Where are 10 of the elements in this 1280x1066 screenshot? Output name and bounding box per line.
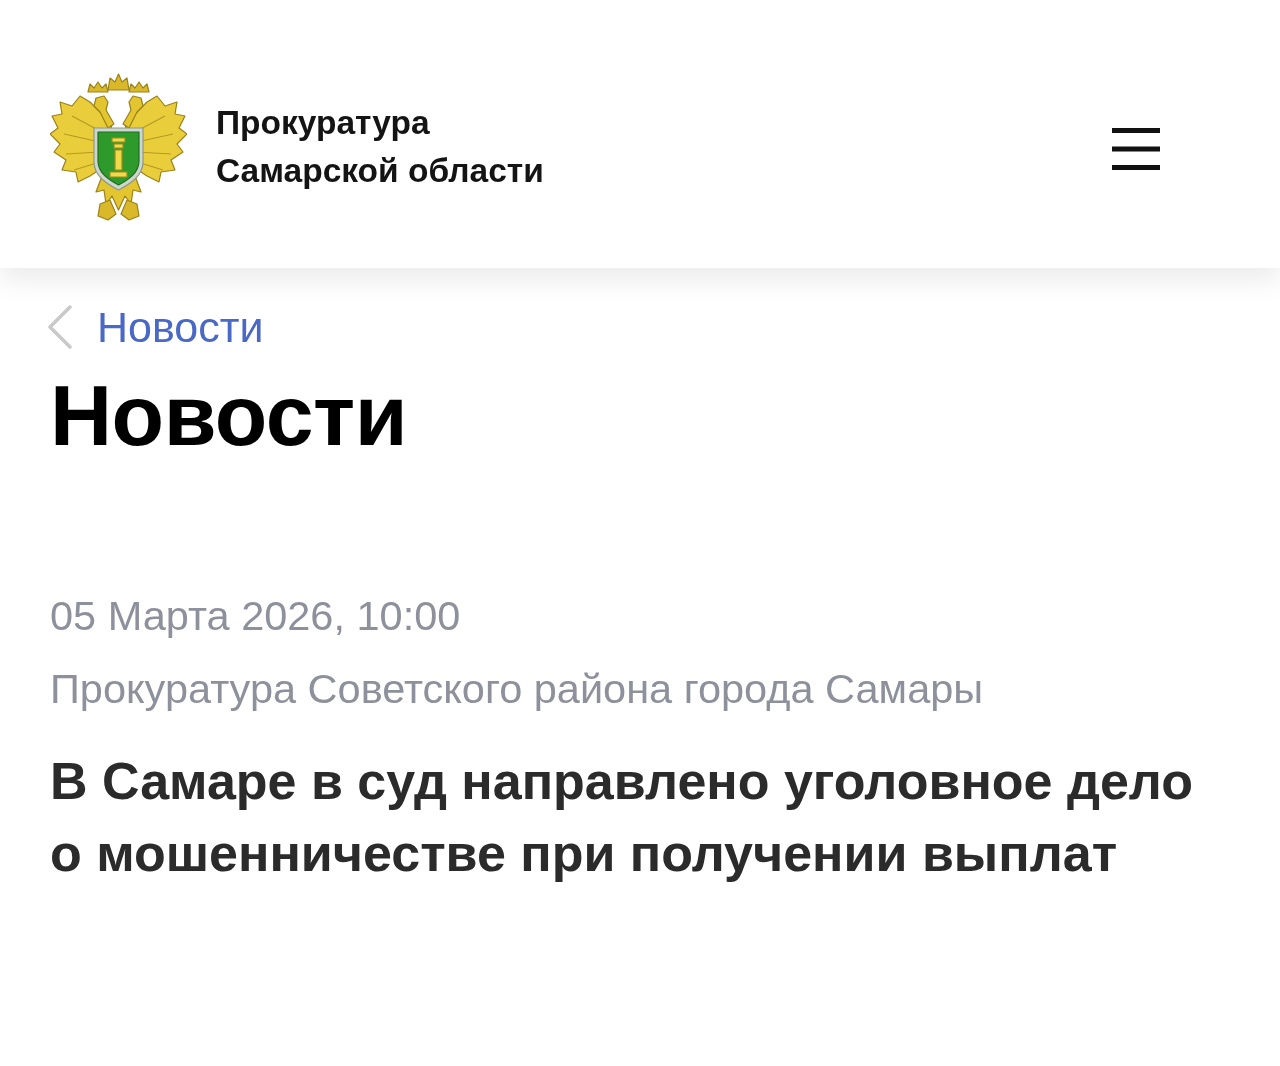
site-title: Прокуратура Самарской области <box>216 103 545 191</box>
menu-icon <box>1112 128 1160 170</box>
menu-button[interactable] <box>1112 128 1160 170</box>
article-date: 05 Марта 2026, 10:00 <box>50 591 462 641</box>
article-source: Прокуратура Советского района города Самары <box>50 664 985 714</box>
back-link[interactable]: Новости <box>47 302 264 352</box>
page-title: Новости <box>50 372 409 458</box>
article-headline[interactable]: В Самаре в суд направлено уголовное дело о мошенничестве при получении выплат <box>50 745 1232 889</box>
chevron-left-icon <box>47 305 73 349</box>
eagle-emblem-icon <box>50 72 187 222</box>
